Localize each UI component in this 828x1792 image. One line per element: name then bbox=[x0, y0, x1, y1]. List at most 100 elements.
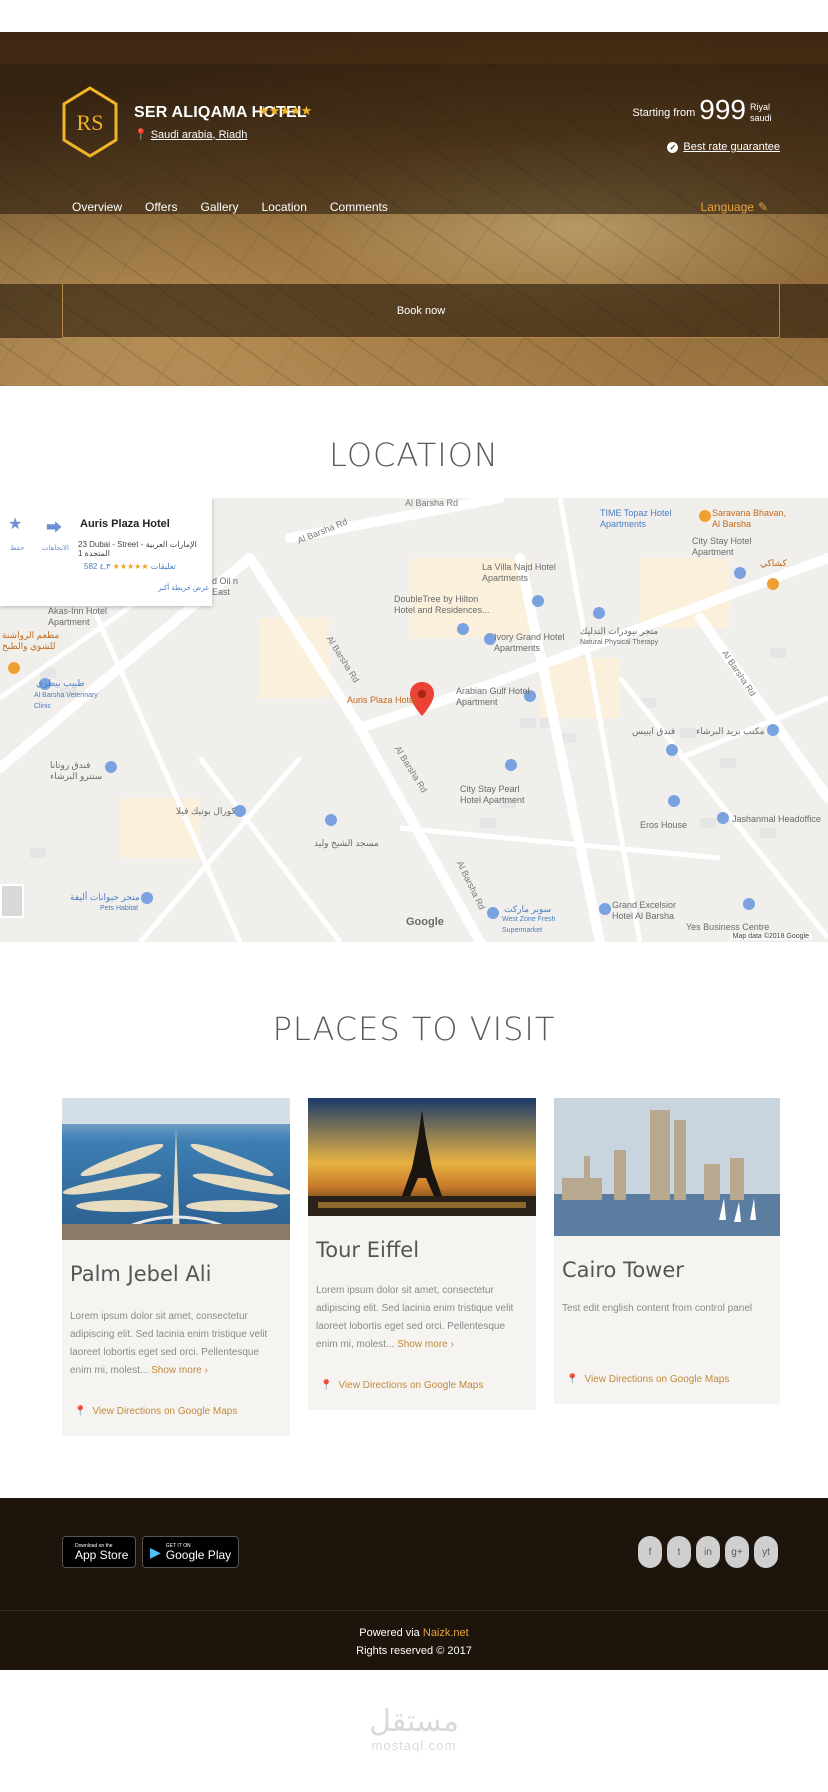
directions-text[interactable]: View Directions on Google Maps bbox=[584, 1374, 729, 1385]
nav-overview[interactable]: Overview bbox=[72, 200, 122, 214]
map-label-poi[interactable]: TIME Topaz Hotel Apartments bbox=[600, 508, 680, 530]
places-title: PLACES TO VISIT bbox=[272, 1010, 556, 1048]
best-rate-link[interactable]: ✓ Best rate guarantee bbox=[667, 141, 780, 153]
map-label-poi[interactable]: City Stay Pearl Hotel Apartment bbox=[460, 784, 540, 806]
map-label-poi[interactable]: Yes Business Centre bbox=[686, 922, 769, 933]
copyright: Rights reserved © 2017 bbox=[356, 1645, 472, 1657]
twitter-icon[interactable]: t bbox=[667, 1536, 691, 1568]
map-label-auris[interactable]: Auris Plaza Hotel bbox=[347, 695, 416, 706]
map-label-poi[interactable]: City Stay Hotel Apartment bbox=[692, 536, 772, 558]
logo-text: RS bbox=[77, 110, 104, 135]
map-label-road: Al Barsha Rd bbox=[405, 498, 459, 508]
price-label: Starting from bbox=[632, 107, 696, 119]
watermark-arabic: مستقل bbox=[369, 1704, 459, 1739]
language-label[interactable]: Language bbox=[701, 200, 754, 214]
map-label-poi[interactable]: West Zone Fresh Supermarket bbox=[502, 914, 562, 936]
language-selector[interactable]: Language ✎ bbox=[701, 200, 768, 214]
check-circle-icon: ✓ bbox=[667, 141, 679, 153]
nav-offers[interactable]: Offers bbox=[145, 200, 177, 214]
map-pin-icon: 📍 bbox=[74, 1406, 87, 1417]
map-label-poi[interactable]: Ivory Grand Hotel Apartments bbox=[494, 632, 574, 654]
powered-brand-link[interactable]: Naizk.net bbox=[423, 1627, 469, 1639]
hotel-location[interactable]: 📍 Saudi arabia, Riadh bbox=[134, 128, 248, 142]
map-label-poi[interactable]: Eros House bbox=[640, 820, 687, 831]
translate-icon: ✎ bbox=[757, 200, 768, 214]
nav-comments[interactable]: Comments bbox=[330, 200, 388, 214]
social-links: f t in g+ yt bbox=[638, 1536, 778, 1568]
map-place-card[interactable]: ★ حفظ ⮕ الاتجاهات Auris Plaza Hotel 23 D… bbox=[0, 498, 212, 606]
directions-link[interactable]: 📍 View Directions on Google Maps bbox=[320, 1380, 483, 1391]
hotel-logo[interactable]: RS bbox=[62, 86, 118, 158]
map-label-poi[interactable]: مسجد الشيخ وليد bbox=[314, 838, 379, 849]
directions-link[interactable]: 📍 View Directions on Google Maps bbox=[566, 1374, 729, 1385]
map-label-poi[interactable]: مطعم الرواشنة للشوي والطبخ bbox=[2, 630, 72, 652]
map-label-poi[interactable]: Jashanmal Headoffice bbox=[732, 814, 821, 825]
directions-label: الاتجاهات bbox=[42, 545, 69, 552]
price-currency: Riyal saudi bbox=[750, 102, 772, 123]
map-label-poi[interactable]: متجر نيودرات التدليك bbox=[580, 626, 660, 637]
place-title: Cairo Tower bbox=[562, 1258, 684, 1282]
place-card: Palm Jebel Ali Lorem ipsum dolor sit ame… bbox=[62, 1098, 292, 1436]
map-label-poi[interactable]: طبيب بيطري bbox=[36, 678, 85, 689]
google-plus-icon[interactable]: g+ bbox=[725, 1536, 749, 1568]
place-description: Lorem ipsum dolor sit amet, consectetur … bbox=[316, 1285, 514, 1350]
hotel-stars: ★★★★★ bbox=[258, 103, 312, 118]
google-map[interactable]: Al Barsha Rd Al Barsha Rd Al Barsha Rd A… bbox=[0, 498, 828, 942]
place-title: Palm Jebel Ali bbox=[70, 1262, 212, 1286]
map-label-poi[interactable]: فندق ايبيس bbox=[632, 726, 675, 737]
price-value: 999 bbox=[699, 94, 746, 125]
app-store-button[interactable]: Download on the App Store bbox=[62, 1536, 137, 1568]
hero-top-band bbox=[0, 32, 828, 64]
map-attribution: Map data ©2018 Google bbox=[729, 933, 812, 940]
map-label-poi[interactable]: DoubleTree by Hilton Hotel and Residence… bbox=[394, 594, 494, 616]
map-label-poi[interactable]: متجر حيوانات أليفة bbox=[70, 892, 140, 903]
linkedin-icon[interactable]: in bbox=[696, 1536, 720, 1568]
facebook-icon[interactable]: f bbox=[638, 1536, 662, 1568]
google-play-button[interactable]: ▶ GET IT ON Google Play bbox=[142, 1536, 240, 1568]
watermark: مستقل mostaql.com bbox=[0, 1704, 828, 1754]
place-name: Auris Plaza Hotel bbox=[80, 518, 170, 530]
map-label-poi[interactable]: Al Barsha Veterinary Clinic bbox=[34, 690, 104, 712]
place-image-palm[interactable] bbox=[62, 1098, 292, 1242]
directions-text[interactable]: View Directions on Google Maps bbox=[338, 1380, 483, 1391]
youtube-icon[interactable]: yt bbox=[754, 1536, 778, 1568]
bigger-map-link[interactable]: عرض خريطة أكبر bbox=[158, 584, 209, 592]
powered-by: Powered via Naizk.net Rights reserved © … bbox=[0, 1624, 828, 1660]
nav-location[interactable]: Location bbox=[262, 200, 307, 214]
map-label-poi[interactable]: كورال بوتيك فيلا bbox=[176, 806, 236, 817]
show-more-link[interactable]: Show more › bbox=[151, 1365, 208, 1376]
map-label-poi[interactable]: Grand Excelsior Hotel Al Barsha bbox=[612, 900, 688, 922]
hotel-location-text[interactable]: Saudi arabia, Riadh bbox=[151, 129, 248, 141]
main-nav: Overview Offers Gallery Location Comment… bbox=[72, 200, 411, 214]
map-label-poi[interactable]: فندق روتانا سنترو البرشاء bbox=[50, 760, 110, 782]
star-icon[interactable]: ★ bbox=[8, 514, 22, 534]
place-description: Lorem ipsum dolor sit amet, consectetur … bbox=[70, 1311, 268, 1376]
rating-stars: ★★★★★ bbox=[112, 562, 149, 571]
app-store-label: App Store bbox=[75, 1548, 129, 1562]
place-rating: 582 تعليقات ★★★★★ ٤,٣ bbox=[84, 562, 176, 571]
satellite-toggle[interactable] bbox=[0, 884, 24, 918]
nav-gallery[interactable]: Gallery bbox=[200, 200, 238, 214]
map-label-poi[interactable]: Saravana Bhavan, Al Barsha bbox=[712, 508, 792, 530]
place-description: Test edit english content from control p… bbox=[562, 1303, 753, 1314]
map-label-poi[interactable]: Pets Habitat bbox=[100, 903, 138, 914]
book-now-button[interactable]: Book now bbox=[62, 284, 780, 338]
show-more-link[interactable]: Show more › bbox=[397, 1339, 454, 1350]
map-pin-icon: 📍 bbox=[320, 1380, 333, 1391]
map-label-poi[interactable]: La Villa Najd Hotel Apartments bbox=[482, 562, 562, 584]
best-rate-text[interactable]: Best rate guarantee bbox=[683, 141, 780, 153]
map-label-poi[interactable]: مكتب بريد البرشاء bbox=[696, 726, 764, 737]
map-label-poi[interactable]: d Oil n East bbox=[212, 576, 252, 598]
map-label-poi[interactable]: Arabian Gulf Hotel Apartment bbox=[456, 686, 536, 708]
watermark-latin: mostaql.com bbox=[371, 1738, 457, 1753]
map-label-poi[interactable]: كشاكي bbox=[760, 558, 787, 569]
map-label-poi[interactable]: Akas-Inn Hotel Apartment bbox=[48, 606, 118, 628]
place-image-eiffel[interactable] bbox=[308, 1098, 536, 1216]
place-image-cairo[interactable] bbox=[554, 1098, 780, 1236]
directions-icon[interactable]: ⮕ bbox=[46, 514, 62, 538]
map-label-poi[interactable]: Natural Physical Therapy bbox=[580, 637, 670, 648]
place-address: 23 Dubai - Street - الإمارات العربية الم… bbox=[78, 540, 197, 558]
directions-link[interactable]: 📍 View Directions on Google Maps bbox=[74, 1406, 237, 1417]
directions-text[interactable]: View Directions on Google Maps bbox=[92, 1406, 237, 1417]
place-card: Tour Eiffel Lorem ipsum dolor sit amet, … bbox=[308, 1098, 536, 1410]
